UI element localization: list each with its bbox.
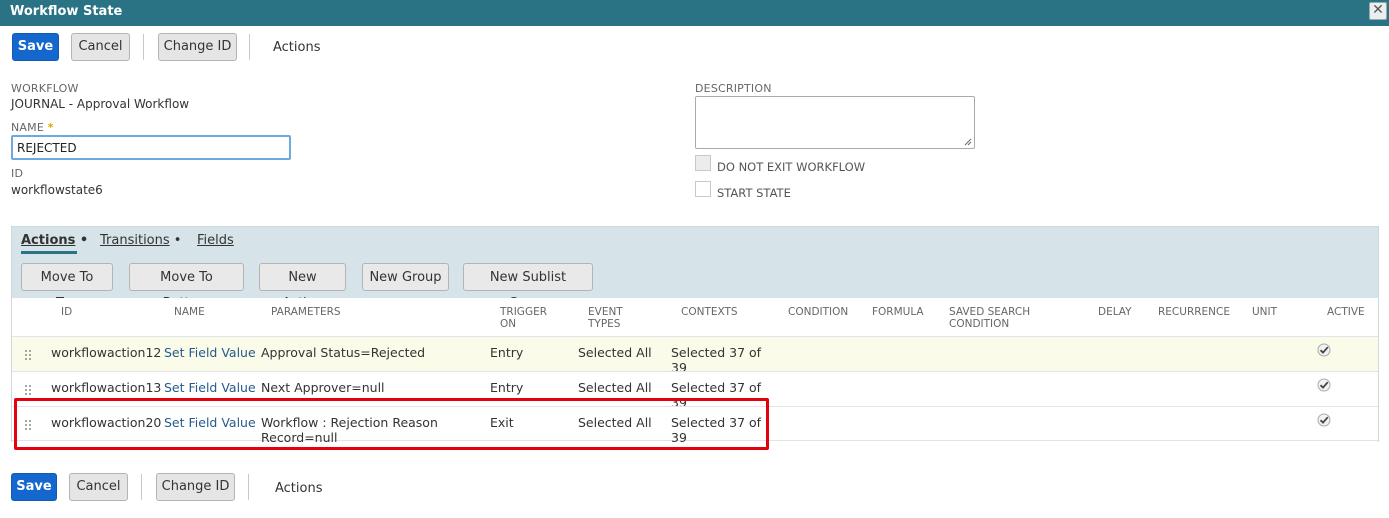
workflow-value: JOURNAL - Approval Workflow xyxy=(11,97,190,111)
id-label: ID xyxy=(11,167,24,180)
col-active[interactable]: ACTIVE xyxy=(1327,306,1365,318)
tab-actions[interactable]: Actions • xyxy=(21,233,88,248)
col-id[interactable]: ID xyxy=(61,306,72,318)
new-action-button[interactable]: New Action xyxy=(259,263,346,311)
required-marker: * xyxy=(47,121,54,134)
col-contexts[interactable]: CONTEXTS xyxy=(681,306,738,318)
table-header: ID NAME PARAMETERS TRIGGER ON EVENT TYPES … xyxy=(12,298,1378,336)
row-event-types: Selected All xyxy=(578,415,652,430)
row-name-link[interactable]: Set Field Value xyxy=(164,415,256,430)
col-unit[interactable]: UNIT xyxy=(1252,306,1277,318)
cancel-button-bottom[interactable]: Cancel xyxy=(69,473,128,501)
cancel-button[interactable]: Cancel xyxy=(71,33,130,61)
change-id-button[interactable]: Change ID xyxy=(158,33,237,61)
save-button-bottom[interactable]: Save xyxy=(11,473,57,501)
tab-fields[interactable]: Fields xyxy=(197,233,234,248)
row-trigger: Entry xyxy=(490,345,524,360)
do-not-exit-checkbox[interactable] xyxy=(695,155,711,171)
row-event-types: Selected All xyxy=(578,380,652,395)
row-parameters: Next Approver=null xyxy=(261,380,385,395)
row-event-types: Selected All xyxy=(578,345,652,360)
row-id: workflowaction20 xyxy=(51,415,162,430)
drag-handle-icon[interactable] xyxy=(24,349,32,361)
row-name-link[interactable]: Set Field Value xyxy=(164,345,256,360)
col-parameters[interactable]: PARAMETERS xyxy=(271,306,341,318)
table-row[interactable]: workflowaction12 Set Field Value Approva… xyxy=(12,336,1378,375)
start-state-label: START STATE xyxy=(717,186,791,200)
table-row[interactable]: workflowaction20 Set Field Value Workflo… xyxy=(12,406,1378,445)
start-state-checkbox[interactable] xyxy=(695,181,711,197)
name-input[interactable] xyxy=(11,135,291,160)
title-bar: Workflow State ✕ xyxy=(0,0,1389,26)
col-condition[interactable]: CONDITION xyxy=(788,306,848,318)
active-check-icon[interactable] xyxy=(1317,343,1331,357)
row-parameters: Workflow : Rejection Reason Record=null xyxy=(261,415,438,445)
do-not-exit-label: DO NOT EXIT WORKFLOW xyxy=(717,160,866,174)
col-recurrence[interactable]: RECURRENCE xyxy=(1158,306,1230,318)
description-label: DESCRIPTION xyxy=(695,82,772,95)
window-title: Workflow State xyxy=(10,4,123,19)
actions-sublist: Actions • Transitions • Fields Move To T… xyxy=(11,226,1379,445)
toolbar-divider xyxy=(141,474,142,500)
name-label: NAME * xyxy=(11,121,54,134)
active-check-icon[interactable] xyxy=(1317,378,1331,392)
actions-menu-bottom[interactable]: Actions xyxy=(275,481,323,496)
col-name[interactable]: NAME xyxy=(174,306,205,318)
active-tab-indicator xyxy=(21,251,77,254)
move-to-top-button[interactable]: Move To Top xyxy=(21,263,113,311)
row-trigger: Exit xyxy=(490,415,514,430)
save-button[interactable]: Save xyxy=(12,33,59,61)
row-id: workflowaction12 xyxy=(51,345,162,360)
close-icon[interactable]: ✕ xyxy=(1369,2,1387,20)
drag-handle-icon[interactable] xyxy=(24,384,32,396)
row-trigger: Entry xyxy=(490,380,524,395)
new-sublist-group-button[interactable]: New Sublist Group xyxy=(463,263,593,311)
row-id: workflowaction13 xyxy=(51,380,162,395)
tab-transitions[interactable]: Transitions • xyxy=(100,233,181,248)
description-textarea[interactable] xyxy=(695,96,975,149)
col-delay[interactable]: DELAY xyxy=(1098,306,1132,318)
row-parameters: Approval Status=Rejected xyxy=(261,345,426,360)
col-trigger-on[interactable]: TRIGGER ON xyxy=(500,306,547,330)
row-contexts: Selected 37 of 39 xyxy=(671,415,762,445)
toolbar-divider xyxy=(249,34,250,60)
col-formula[interactable]: FORMULA xyxy=(872,306,924,318)
row-name-link[interactable]: Set Field Value xyxy=(164,380,256,395)
new-group-button[interactable]: New Group xyxy=(362,263,449,291)
id-value: workflowstate6 xyxy=(11,183,103,197)
col-event-types[interactable]: EVENT TYPES xyxy=(588,306,623,330)
table-row[interactable]: workflowaction13 Set Field Value Next Ap… xyxy=(12,371,1378,410)
toolbar-divider xyxy=(248,474,249,500)
actions-menu[interactable]: Actions xyxy=(273,40,321,55)
move-to-bottom-button[interactable]: Move To Bottom xyxy=(129,263,244,311)
toolbar-divider xyxy=(143,34,144,60)
actions-table: ID NAME PARAMETERS TRIGGER ON EVENT TYPES … xyxy=(12,298,1378,445)
active-check-icon[interactable] xyxy=(1317,413,1331,427)
drag-handle-icon[interactable] xyxy=(24,419,32,431)
resize-grip-icon[interactable] xyxy=(964,138,972,146)
change-id-button-bottom[interactable]: Change ID xyxy=(156,473,235,501)
workflow-label: WORKFLOW xyxy=(11,82,79,95)
col-saved-search-condition[interactable]: SAVED SEARCH CONDITION xyxy=(949,306,1030,330)
